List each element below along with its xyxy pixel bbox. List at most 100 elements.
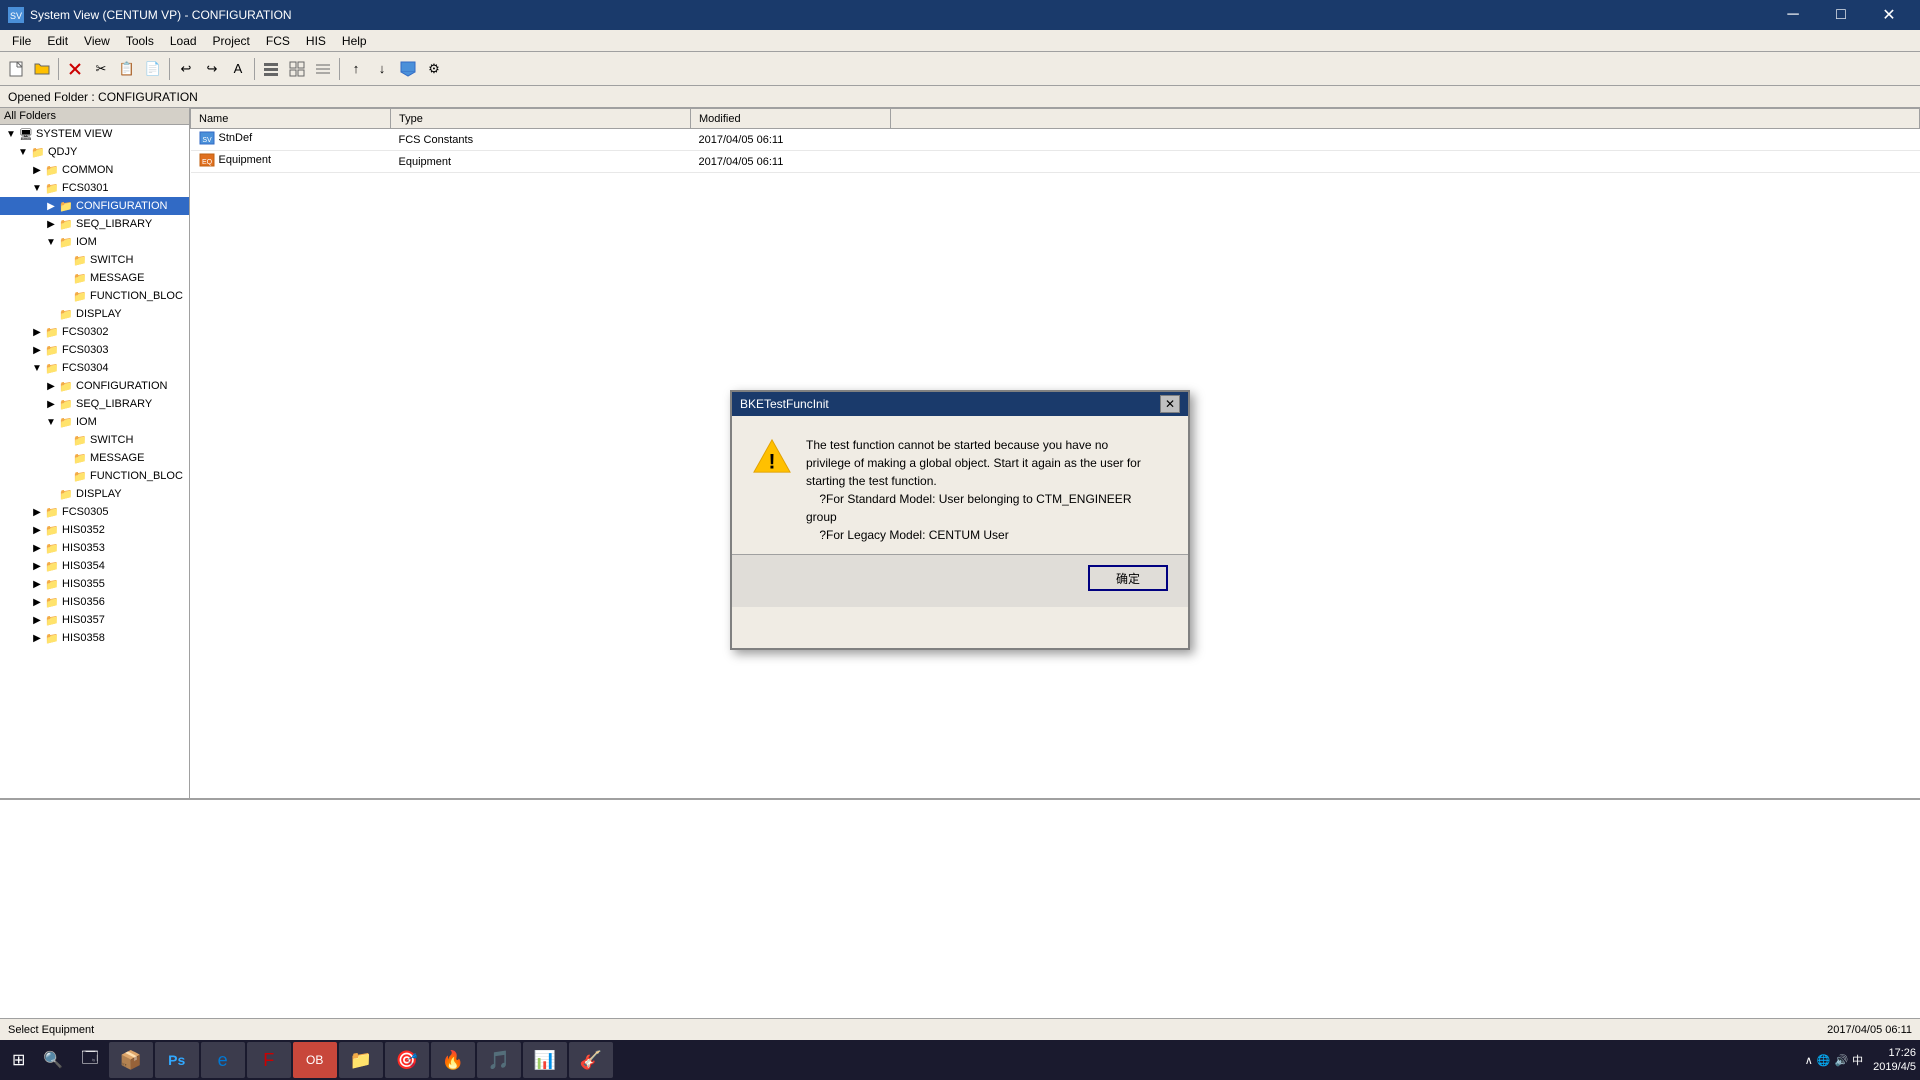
tree-toggle-system-view[interactable]: ▼ [4, 127, 18, 141]
tree-toggle-iom2[interactable]: ▼ [44, 415, 58, 429]
tree-toggle-his0354[interactable]: ▶ [30, 559, 44, 573]
taskbar-app-target[interactable]: 🎯 [385, 1042, 429, 1078]
tb-grid[interactable] [285, 57, 309, 81]
tb-sort-asc[interactable]: ↑ [344, 57, 368, 81]
tree-toggle-config2[interactable]: ▶ [44, 379, 58, 393]
tree-item-config1[interactable]: ▶ 📁 CONFIGURATION [0, 197, 189, 215]
tree-item-his0354[interactable]: ▶ 📁 HIS0354 [0, 557, 189, 575]
tb-paste[interactable]: 📄 [141, 57, 165, 81]
tree-item-display1[interactable]: ▶ 📁 DISPLAY [0, 305, 189, 323]
tree-toggle-config1[interactable]: ▶ [44, 199, 58, 213]
col-type[interactable]: Type [391, 109, 691, 129]
tb-forward[interactable]: ↪ [200, 57, 224, 81]
taskbar-clock[interactable]: 17:26 2019/4/5 [1873, 1046, 1916, 1075]
taskbar-app-filezilla[interactable]: F [247, 1042, 291, 1078]
tree-item-his0353[interactable]: ▶ 📁 HIS0353 [0, 539, 189, 557]
tree-toggle-fcs0302[interactable]: ▶ [30, 325, 44, 339]
tb-open[interactable] [30, 57, 54, 81]
tree-toggle-fcs0301[interactable]: ▼ [30, 181, 44, 195]
close-button[interactable]: ✕ [1866, 0, 1912, 30]
tree-toggle-iom1[interactable]: ▼ [44, 235, 58, 249]
taskbar-app-photoshop[interactable]: Ps [155, 1042, 199, 1078]
menu-load[interactable]: Load [162, 32, 205, 50]
tree-item-message2[interactable]: ▶ 📁 MESSAGE [0, 449, 189, 467]
tree-toggle-his0353[interactable]: ▶ [30, 541, 44, 555]
tb-delete[interactable] [63, 57, 87, 81]
tree-item-fcs0304[interactable]: ▼ 📁 FCS0304 [0, 359, 189, 377]
tb-new[interactable] [4, 57, 28, 81]
tree-item-his0357[interactable]: ▶ 📁 HIS0357 [0, 611, 189, 629]
tb-load[interactable] [396, 57, 420, 81]
menu-his[interactable]: HIS [298, 32, 334, 50]
tree-item-funcblock2[interactable]: ▶ 📁 FUNCTION_BLOC [0, 467, 189, 485]
tree-item-his0358[interactable]: ▶ 📁 HIS0358 [0, 629, 189, 647]
tree-toggle-his0355[interactable]: ▶ [30, 577, 44, 591]
menu-help[interactable]: Help [334, 32, 375, 50]
tree-toggle-his0357[interactable]: ▶ [30, 613, 44, 627]
taskbar-app-chart[interactable]: 📊 [523, 1042, 567, 1078]
tree-item-common[interactable]: ▶ 📁 COMMON [0, 161, 189, 179]
tree-toggle-his0356[interactable]: ▶ [30, 595, 44, 609]
tree-item-seq-lib2[interactable]: ▶ 📁 SEQ_LIBRARY [0, 395, 189, 413]
taskbar-app-explorer[interactable]: 📁 [339, 1042, 383, 1078]
tb-sort-desc[interactable]: ↓ [370, 57, 394, 81]
tb-list[interactable] [259, 57, 283, 81]
modal-close-button[interactable]: ✕ [1160, 395, 1180, 413]
menu-file[interactable]: File [4, 32, 39, 50]
tree-item-iom1[interactable]: ▼ 📁 IOM [0, 233, 189, 251]
taskbar-app-fire[interactable]: 🔥 [431, 1042, 475, 1078]
tree-item-fcs0303[interactable]: ▶ 📁 FCS0303 [0, 341, 189, 359]
tree-item-qdjy[interactable]: ▼ 📁 QDJY [0, 143, 189, 161]
task-view-button[interactable]: 🗔 [73, 1042, 106, 1078]
tb-font[interactable]: A [226, 57, 250, 81]
tb-detail[interactable] [311, 57, 335, 81]
menu-edit[interactable]: Edit [39, 32, 76, 50]
start-button[interactable]: ⊞ [4, 1042, 33, 1078]
tree-toggle-seq-lib2[interactable]: ▶ [44, 397, 58, 411]
maximize-button[interactable]: □ [1818, 0, 1864, 30]
tray-ime[interactable]: 中 [1852, 1052, 1863, 1068]
modal-ok-button[interactable]: 确定 [1088, 565, 1168, 591]
menu-tools[interactable]: Tools [118, 32, 162, 50]
tb-cut[interactable]: ✂ [89, 57, 113, 81]
tree-item-fcs0302[interactable]: ▶ 📁 FCS0302 [0, 323, 189, 341]
tree-item-switch1[interactable]: ▶ 📁 SWITCH [0, 251, 189, 269]
tree-item-seq-lib1[interactable]: ▶ 📁 SEQ_LIBRARY [0, 215, 189, 233]
menu-view[interactable]: View [76, 32, 118, 50]
tree-toggle-his0352[interactable]: ▶ [30, 523, 44, 537]
tree-item-his0356[interactable]: ▶ 📁 HIS0356 [0, 593, 189, 611]
taskbar-app-music[interactable]: 🎵 [477, 1042, 521, 1078]
tree-item-his0352[interactable]: ▶ 📁 HIS0352 [0, 521, 189, 539]
table-row[interactable]: EQ Equipment Equipment 2017/04/05 06:11 [191, 151, 1920, 173]
tree-item-switch2[interactable]: ▶ 📁 SWITCH [0, 431, 189, 449]
tree-item-system-view[interactable]: ▼ 🖥 SYSTEM VIEW [0, 125, 189, 143]
tree-item-display2[interactable]: ▶ 📁 DISPLAY [0, 485, 189, 503]
tree-item-message1[interactable]: ▶ 📁 MESSAGE [0, 269, 189, 287]
tree-item-fcs0305[interactable]: ▶ 📁 FCS0305 [0, 503, 189, 521]
menu-fcs[interactable]: FCS [258, 32, 298, 50]
taskbar-app-last[interactable]: 🎸 [569, 1042, 613, 1078]
tree-item-his0355[interactable]: ▶ 📁 HIS0355 [0, 575, 189, 593]
tree-toggle-fcs0304[interactable]: ▼ [30, 361, 44, 375]
search-button[interactable]: 🔍 [35, 1042, 71, 1078]
tb-settings[interactable]: ⚙ [422, 57, 446, 81]
tb-copy[interactable]: 📋 [115, 57, 139, 81]
tray-network[interactable]: 🌐 [1817, 1054, 1831, 1067]
taskbar-app-edge[interactable]: e [201, 1042, 245, 1078]
tree-item-iom2[interactable]: ▼ 📁 IOM [0, 413, 189, 431]
menu-project[interactable]: Project [205, 32, 258, 50]
tb-back[interactable]: ↩ [174, 57, 198, 81]
tree-item-fcs0301[interactable]: ▼ 📁 FCS0301 [0, 179, 189, 197]
tree-item-funcblock1[interactable]: ▶ 📁 FUNCTION_BLOC [0, 287, 189, 305]
tree-toggle-his0358[interactable]: ▶ [30, 631, 44, 645]
tree-item-config2[interactable]: ▶ 📁 CONFIGURATION [0, 377, 189, 395]
col-name[interactable]: Name [191, 109, 391, 129]
col-modified[interactable]: Modified [691, 109, 891, 129]
tray-chevron[interactable]: ∧ [1805, 1054, 1813, 1067]
table-row[interactable]: SV StnDef FCS Constants 2017/04/05 06:11 [191, 129, 1920, 151]
tree-toggle-fcs0303[interactable]: ▶ [30, 343, 44, 357]
tree-toggle-seq-lib1[interactable]: ▶ [44, 217, 58, 231]
taskbar-app-cube[interactable]: 📦 [109, 1042, 153, 1078]
minimize-button[interactable]: ─ [1770, 0, 1816, 30]
taskbar-app-oracle[interactable]: OB [293, 1042, 337, 1078]
